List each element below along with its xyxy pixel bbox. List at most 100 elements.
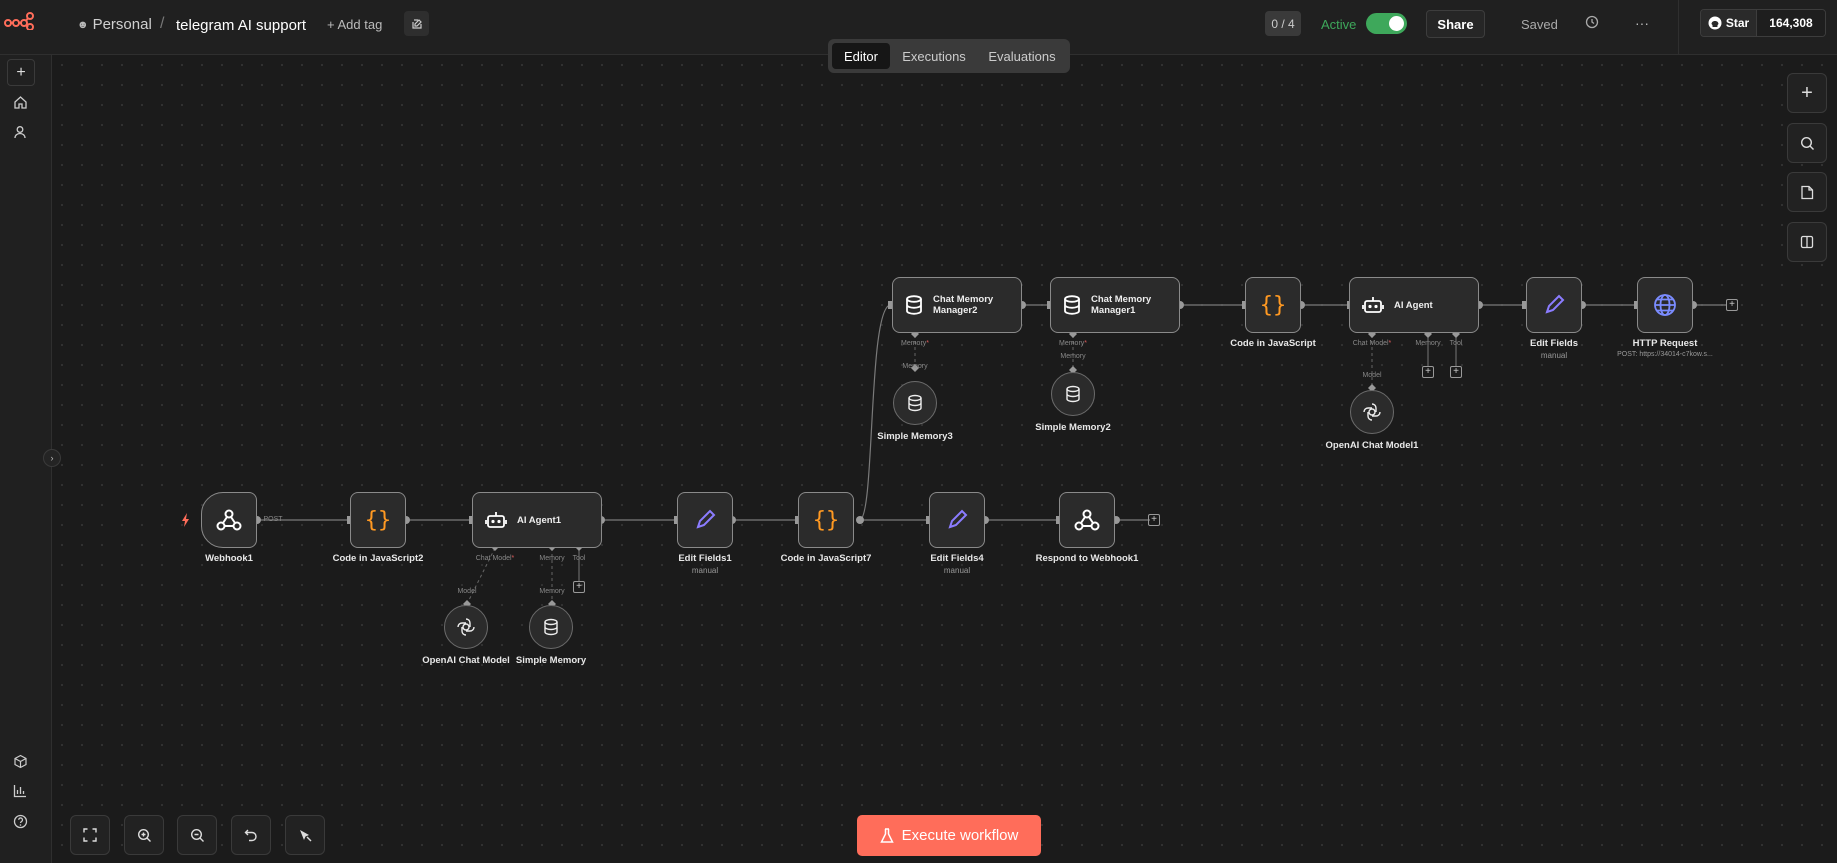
openai-icon [457, 618, 475, 636]
zoom-in-button[interactable] [124, 815, 164, 855]
node-label-http-request: HTTP Request [1632, 338, 1698, 349]
robot-icon [1362, 297, 1384, 313]
add-node-button[interactable]: + [1787, 73, 1827, 113]
node-label-simple-memory3: Simple Memory3 [877, 431, 953, 442]
node-title-chat-memory-manager2: Chat Memory Manager2 [933, 294, 994, 316]
node-code2[interactable]: {} [350, 492, 406, 548]
code-braces-icon: {} [364, 507, 392, 533]
add-tool-button[interactable]: + [573, 581, 585, 593]
node-label-code7: Code in JavaScript7 [780, 553, 872, 564]
zoom-out-icon [190, 828, 204, 842]
node-label-edit-fields: Edit Fields [1529, 338, 1579, 349]
undo-button[interactable] [231, 815, 271, 855]
port-tool-2: Tool [1449, 340, 1463, 347]
fit-view-icon [83, 828, 97, 842]
node-webhook1[interactable] [201, 492, 257, 548]
node-code-js[interactable]: {} [1245, 277, 1301, 333]
search-nodes-button[interactable] [1787, 123, 1827, 163]
sticky-note-button[interactable] [1787, 172, 1827, 212]
node-simple-memory2[interactable] [1051, 372, 1095, 416]
port-chat-model-2: Chat Model* [1352, 340, 1392, 347]
node-edit-fields[interactable] [1526, 277, 1582, 333]
pencil-icon [696, 509, 716, 529]
port-memory-label-3: Memory [902, 363, 928, 370]
plus-icon: + [1801, 81, 1813, 104]
port-memory-label: Memory [539, 588, 565, 595]
openai-icon [1363, 403, 1381, 421]
node-sub-edit-fields: manual [1540, 351, 1568, 360]
node-label-edit-fields4: Edit Fields4 [930, 553, 984, 564]
node-title-ai-agent1: AI Agent1 [517, 514, 561, 526]
tab-editor[interactable]: Editor [832, 43, 890, 69]
node-chat-memory-manager2[interactable]: Chat Memory Manager2 [892, 277, 1022, 333]
node-label-code2: Code in JavaScript2 [332, 553, 424, 564]
node-simple-memory3[interactable] [893, 381, 937, 425]
fit-view-button[interactable] [70, 815, 110, 855]
node-http-request[interactable] [1637, 277, 1693, 333]
node-title-ai-agent: AI Agent [1394, 299, 1433, 311]
pencil-icon [948, 509, 968, 529]
panel-icon [1800, 235, 1814, 249]
node-label-simple-memory: Simple Memory [515, 655, 587, 666]
port-model-label: Model [457, 588, 477, 595]
chevron-right-icon: › [50, 453, 54, 463]
execute-workflow-button[interactable]: Execute workflow [857, 815, 1041, 856]
node-sub-edit-fields4: manual [943, 566, 971, 575]
robot-icon [485, 512, 507, 528]
toggle-panel-button[interactable] [1787, 222, 1827, 262]
undo-icon [244, 829, 257, 842]
node-label-code-js: Code in JavaScript [1230, 338, 1316, 349]
zoom-out-button[interactable] [177, 815, 217, 855]
code-braces-icon: {} [812, 507, 840, 533]
tab-evaluations-label: Evaluations [988, 48, 1056, 64]
flask-icon [879, 827, 894, 843]
sidebar-expand-button[interactable]: › [43, 449, 61, 467]
webhook-icon [1074, 509, 1100, 531]
port-tool: Tool [572, 555, 586, 562]
node-sub-edit-fields1: manual [691, 566, 719, 575]
node-openai-chat-model1[interactable] [1350, 390, 1394, 434]
database-icon [544, 618, 558, 636]
node-label-edit-fields1: Edit Fields1 [678, 553, 732, 564]
node-ai-agent[interactable]: AI Agent [1349, 277, 1479, 333]
port-memory-cmm1: Memory* [1058, 340, 1088, 347]
webhook-method-label: POST [263, 516, 283, 523]
node-label-openai-chat-model: OpenAI Chat Model [422, 655, 510, 666]
port-chat-model: Chat Model* [475, 555, 515, 562]
tab-editor-label: Editor [844, 48, 878, 64]
port-model-label-2: Model [1362, 372, 1382, 379]
connection-code7-cmm2 [859, 304, 891, 521]
add-memory-button[interactable]: + [1422, 366, 1434, 378]
database-icon [906, 295, 922, 315]
add-node-after-respond-button[interactable]: + [1148, 514, 1160, 526]
node-label-simple-memory2: Simple Memory2 [1035, 422, 1111, 433]
node-code7[interactable]: {} [798, 492, 854, 548]
node-chat-memory-manager1[interactable]: Chat Memory Manager1 [1050, 277, 1180, 333]
add-node-after-http-button[interactable]: + [1726, 299, 1738, 311]
node-respond-to-webhook1[interactable] [1059, 492, 1115, 548]
add-tool-button-2[interactable]: + [1450, 366, 1462, 378]
node-simple-memory[interactable] [529, 605, 573, 649]
database-icon [1064, 295, 1080, 315]
wand-icon [299, 829, 311, 841]
node-label-respond-to-webhook1: Respond to Webhook1 [1035, 553, 1139, 564]
webhook-icon [216, 509, 242, 531]
sticky-note-icon [1801, 185, 1814, 199]
tidy-up-button[interactable] [285, 815, 325, 855]
database-icon [908, 394, 922, 412]
search-icon [1800, 136, 1814, 150]
node-edit-fields1[interactable] [677, 492, 733, 548]
node-ai-agent1[interactable]: AI Agent1 [472, 492, 602, 548]
port-memory-label-2: Memory [1060, 353, 1086, 360]
node-sub-http-request: POST: https://34014-c7kow.s... [1617, 351, 1713, 358]
execute-workflow-label: Execute workflow [901, 827, 1019, 844]
node-edit-fields4[interactable] [929, 492, 985, 548]
tab-evaluations[interactable]: Evaluations [978, 43, 1066, 69]
node-openai-chat-model[interactable] [444, 605, 488, 649]
tab-executions[interactable]: Executions [892, 43, 976, 69]
trigger-bolt-icon [182, 513, 189, 527]
globe-icon [1654, 294, 1676, 316]
node-title-chat-memory-manager1: Chat Memory Manager1 [1091, 294, 1152, 316]
port-memory-cmm2: Memory* [900, 340, 930, 347]
view-tabs: Editor Executions Evaluations [828, 39, 1070, 73]
